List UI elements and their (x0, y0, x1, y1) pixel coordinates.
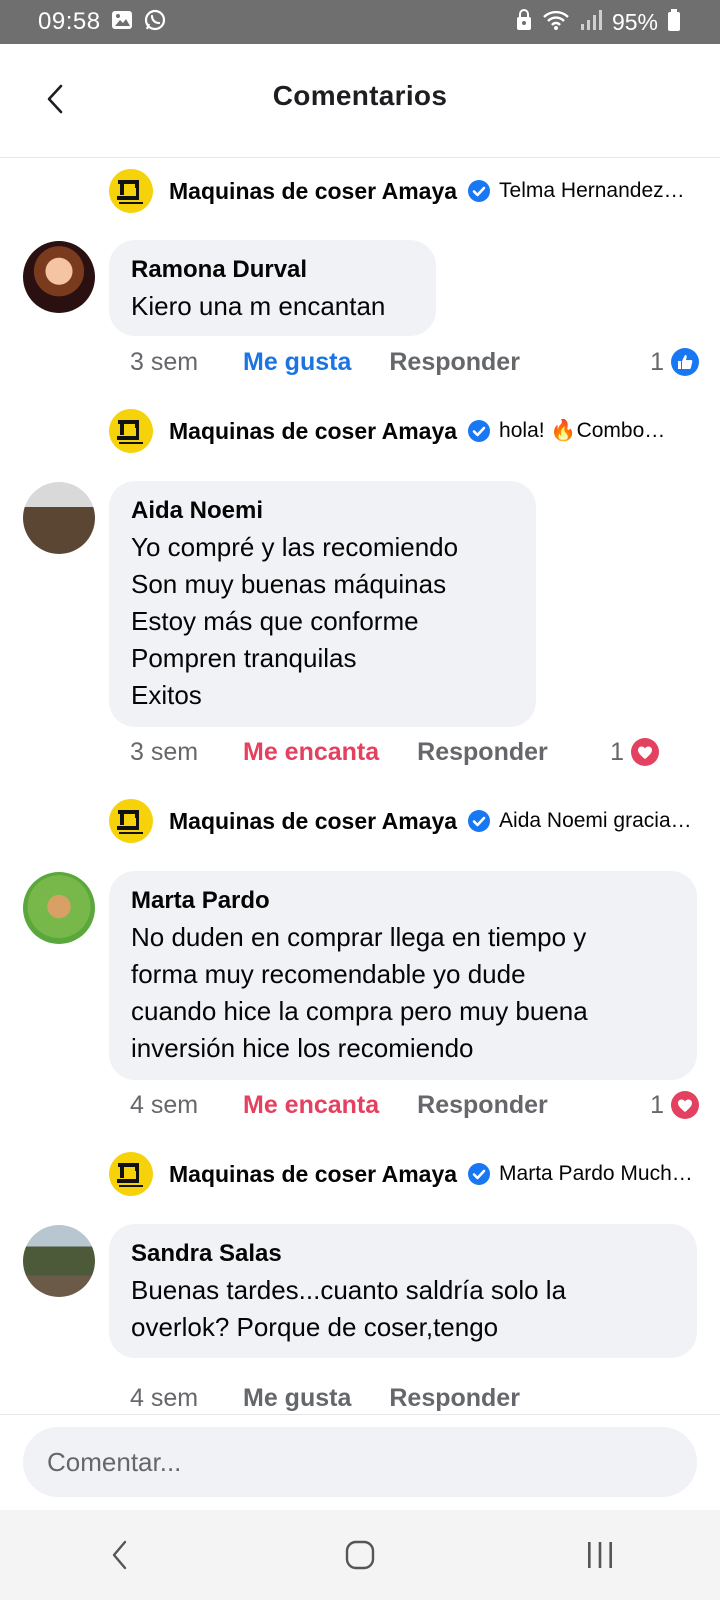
like-button[interactable]: Me gusta (243, 348, 351, 377)
comment-time[interactable]: 3 sem (130, 738, 243, 767)
comment-text: Buenas tardes...cuanto saldría solo la o… (131, 1275, 567, 1342)
nav-recents-button[interactable] (560, 1525, 640, 1585)
comment-composer (0, 1414, 720, 1511)
reply-button[interactable]: Responder (417, 738, 548, 767)
comment-time[interactable]: 4 sem (130, 1091, 243, 1120)
comment-list[interactable]: Maquinas de coser Amaya Telma Hernandez…… (0, 158, 720, 1414)
love-reaction-icon (671, 1091, 699, 1119)
love-button[interactable]: Me encanta (243, 738, 379, 767)
comment-text: No duden en comprar llega en tiempo y fo… (131, 922, 588, 1063)
comment-actions: 3 sem Me encanta Responder 1 (130, 734, 700, 770)
collapsed-reply[interactable]: Maquinas de coser Amaya Telma Hernandez… (109, 168, 700, 214)
nav-back-button[interactable] (80, 1525, 160, 1585)
comment-author[interactable]: Sandra Salas (131, 1236, 675, 1272)
wifi-icon (542, 9, 570, 36)
love-reaction-icon (631, 738, 659, 766)
sewing-machine-icon (117, 1163, 143, 1187)
reply-snippet: Marta Pardo Muchas… (499, 1162, 700, 1185)
nav-back-icon (112, 1540, 127, 1570)
avatar[interactable] (23, 1225, 95, 1297)
nav-home-icon (345, 1540, 375, 1570)
status-bar: 09:58 95% (0, 0, 720, 44)
comment-time[interactable]: 4 sem (130, 1384, 243, 1413)
whatsapp-icon (143, 8, 167, 37)
reaction-count-value: 1 (610, 737, 624, 766)
avatar[interactable] (23, 241, 95, 313)
like-button[interactable]: Me gusta (243, 1384, 351, 1413)
reply-snippet: Telma Hernandez… (499, 179, 685, 202)
verified-badge-icon (467, 1162, 491, 1186)
comment-bubble[interactable]: Aida Noemi Yo compré y las recomiendo So… (109, 481, 536, 727)
sewing-machine-icon (117, 180, 143, 204)
comment-actions: 3 sem Me gusta Responder 1 (130, 344, 700, 380)
reaction-count[interactable]: 1 (650, 347, 700, 377)
reply-snippet: Aida Noemi gracias… (499, 809, 700, 832)
comment-actions: 4 sem Me gusta Responder (130, 1380, 700, 1414)
reply-snippet: hola! 🔥Combo… (499, 419, 666, 442)
sewing-machine-icon (117, 810, 143, 834)
like-reaction-icon (671, 348, 699, 376)
comment-text: Yo compré y las recomiendo Son muy buena… (131, 532, 459, 710)
collapsed-reply[interactable]: Maquinas de coser Amaya Marta Pardo Much… (109, 1151, 700, 1197)
page-title: Comentarios (272, 80, 448, 111)
reaction-count[interactable]: 1 (650, 1090, 700, 1120)
page-avatar[interactable] (109, 799, 153, 843)
reply-button[interactable]: Responder (389, 348, 520, 377)
page-avatar[interactable] (109, 409, 153, 453)
comment-author[interactable]: Aida Noemi (131, 493, 514, 529)
love-button[interactable]: Me encanta (243, 1091, 379, 1120)
battery-percent: 95% (611, 8, 658, 35)
avatar[interactable] (23, 482, 95, 554)
battery-icon (668, 8, 680, 36)
reaction-count[interactable]: 1 (610, 737, 660, 767)
reply-author[interactable]: Maquinas de coser Amaya (169, 418, 457, 445)
reply-button[interactable]: Responder (417, 1091, 548, 1120)
gallery-icon (111, 10, 133, 35)
sewing-machine-icon (117, 420, 143, 444)
comment-bubble[interactable]: Marta Pardo No duden en comprar llega en… (109, 871, 697, 1080)
reaction-count-value: 1 (650, 347, 664, 376)
comment-author[interactable]: Marta Pardo (131, 883, 675, 919)
verified-badge-icon (467, 179, 491, 203)
reply-author[interactable]: Maquinas de coser Amaya (169, 1161, 457, 1188)
reply-author[interactable]: Maquinas de coser Amaya (169, 178, 457, 205)
signal-icon (580, 9, 602, 36)
collapsed-reply[interactable]: Maquinas de coser Amaya hola! 🔥Combo… (109, 408, 700, 454)
header: Comentarios (0, 44, 720, 158)
comment-author[interactable]: Ramona Durval (131, 252, 414, 288)
verified-badge-icon (467, 419, 491, 443)
system-navigation-bar (0, 1510, 720, 1600)
reply-author[interactable]: Maquinas de coser Amaya (169, 808, 457, 835)
status-left: 09:58 (38, 8, 167, 37)
page-avatar[interactable] (109, 1152, 153, 1196)
lock-icon (516, 8, 532, 36)
avatar[interactable] (23, 872, 95, 944)
comment-input[interactable] (23, 1427, 697, 1497)
page-avatar[interactable] (109, 169, 153, 213)
status-time: 09:58 (38, 8, 101, 35)
comment-bubble[interactable]: Ramona Durval Kiero una m encantan (109, 240, 436, 336)
reply-button[interactable]: Responder (389, 1384, 520, 1413)
verified-badge-icon (467, 809, 491, 833)
nav-home-button[interactable] (320, 1525, 400, 1585)
comment-bubble[interactable]: Sandra Salas Buenas tardes...cuanto sald… (109, 1224, 697, 1358)
status-right: 95% (516, 8, 680, 36)
nav-recents-icon (588, 1542, 612, 1568)
reaction-count-value: 1 (650, 1090, 664, 1119)
comment-time[interactable]: 3 sem (130, 348, 243, 377)
collapsed-reply[interactable]: Maquinas de coser Amaya Aida Noemi graci… (109, 798, 700, 844)
comment-actions: 4 sem Me encanta Responder 1 (130, 1087, 700, 1123)
comment-text: Kiero una m encantan (131, 291, 386, 321)
